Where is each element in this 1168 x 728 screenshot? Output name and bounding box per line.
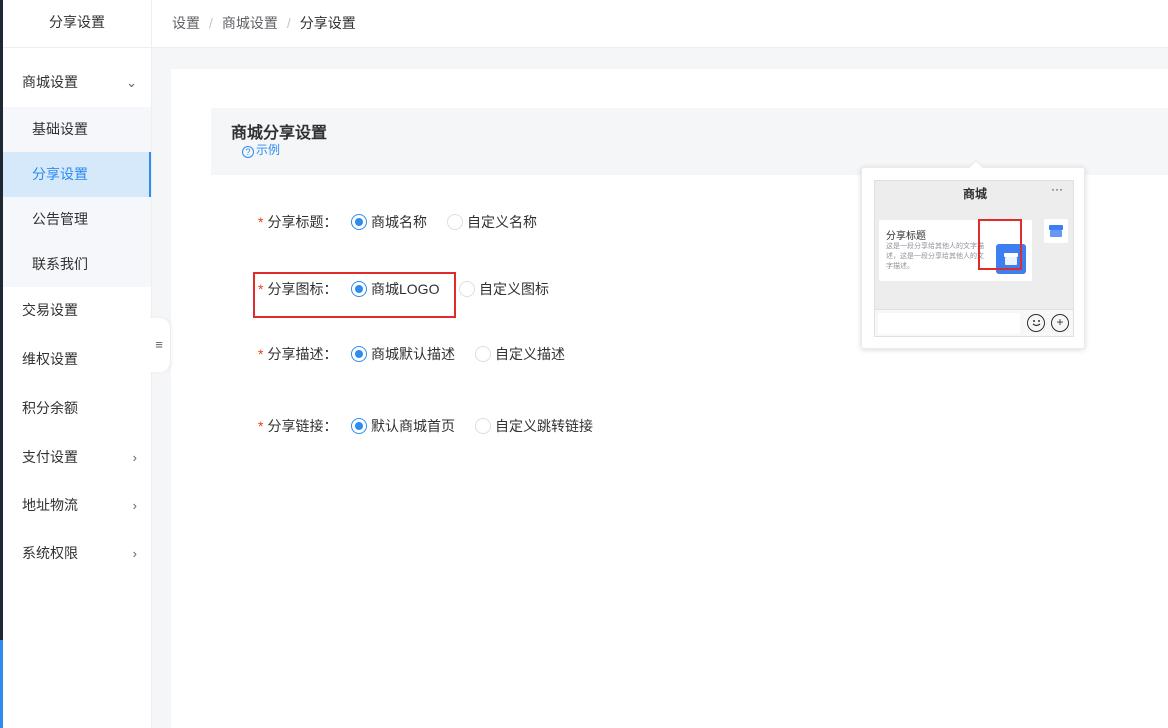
chevron-down-icon: ⌄ — [126, 75, 137, 90]
sidebar-item-label: 积分余额 — [22, 400, 78, 416]
annotation-highlight-box — [978, 219, 1022, 270]
breadcrumb-item[interactable]: 商城设置 — [222, 15, 278, 31]
topbar: 设置 / 商城设置 / 分享设置 — [152, 0, 1168, 48]
sidebar-subitem-basic[interactable]: 基础设置 — [3, 107, 151, 152]
sidebar-item-address-logistics[interactable]: 地址物流 › — [3, 483, 151, 528]
share-desc-label: * 分享描述： — [258, 346, 338, 362]
radio-share-desc-custom[interactable]: 自定义描述 — [475, 346, 565, 362]
sidebar-item-label: 商城设置 — [22, 74, 78, 90]
sidebar-item-label: 系统权限 — [22, 545, 78, 561]
example-link[interactable]: ? 示例 — [242, 141, 280, 158]
share-title-label: * 分享标题： — [258, 214, 338, 230]
required-mark: * — [258, 346, 264, 362]
sidebar-item-payment-settings[interactable]: 支付设置 › — [3, 435, 151, 480]
radio-share-link-custom[interactable]: 自定义跳转链接 — [475, 418, 593, 434]
chat-input — [878, 313, 1020, 334]
breadcrumb-current: 分享设置 — [299, 15, 356, 31]
share-link-row: * 分享链接： 默认商城首页 自定义跳转链接 — [258, 414, 593, 438]
share-link-label: * 分享链接： — [258, 418, 338, 434]
plus-icon: + — [1051, 314, 1069, 332]
sidebar-subitem-share[interactable]: 分享设置 — [3, 152, 151, 197]
radio-unchecked-icon — [475, 418, 491, 434]
share-preview-popover: 商城 ··· 分享标题 这是一段分享给其他人的文字描述，这是一段分享给其他人的文… — [861, 159, 1085, 349]
share-card-desc: 这是一段分享给其他人的文字描述，这是一段分享给其他人的文字描述。 — [886, 243, 984, 270]
radio-share-title-custom[interactable]: 自定义名称 — [447, 214, 537, 230]
sidebar-item-points-balance[interactable]: 积分余额 — [3, 386, 151, 431]
chat-input-bar: + — [875, 309, 1073, 336]
example-label: 示例 — [256, 143, 281, 157]
section-title: 商城分享设置 — [231, 125, 328, 142]
required-mark: * — [258, 418, 264, 434]
collapse-sidebar-icon[interactable]: ≡ — [148, 318, 170, 372]
radio-share-icon-custom[interactable]: 自定义图标 — [459, 281, 549, 297]
phone-chat-mockup: 商城 ··· 分享标题 这是一段分享给其他人的文字描述，这是一段分享给其他人的文… — [874, 180, 1074, 337]
annotation-highlight-box — [253, 272, 456, 318]
radio-share-link-default[interactable]: 默认商城首页 — [351, 418, 455, 434]
sidebar-item-trade-settings[interactable]: 交易设置 — [3, 288, 151, 333]
chat-title: 商城 — [962, 187, 987, 201]
radio-checked-icon — [351, 214, 367, 230]
sidebar-item-rights-settings[interactable]: 维权设置 — [3, 337, 151, 382]
breadcrumb-separator: / — [209, 15, 213, 31]
sidebar-item-system-permissions[interactable]: 系统权限 › — [3, 531, 151, 576]
share-card-title: 分享标题 — [886, 231, 926, 242]
section-header: 商城分享设置 ? 示例 — [211, 108, 1168, 175]
chevron-right-icon: › — [132, 450, 137, 465]
sidebar-item-label: 维权设置 — [22, 351, 78, 367]
share-desc-row: * 分享描述： 商城默认描述 自定义描述 — [258, 342, 565, 366]
sidebar-item-label: 交易设置 — [22, 302, 78, 318]
sidebar-header: 分享设置 — [3, 0, 151, 48]
radio-share-desc-default[interactable]: 商城默认描述 — [351, 346, 455, 362]
emoji-icon — [1027, 314, 1045, 332]
share-title-row: * 分享标题： 商城名称 自定义名称 — [258, 210, 537, 234]
radio-unchecked-icon — [475, 346, 491, 362]
sidebar-item-label: 地址物流 — [22, 497, 78, 513]
radio-unchecked-icon — [459, 281, 475, 297]
required-mark: * — [258, 214, 264, 230]
sidebar-item-mall-settings[interactable]: 商城设置 ⌄ — [3, 60, 151, 105]
radio-share-title-mall-name[interactable]: 商城名称 — [351, 214, 427, 230]
chevron-right-icon: › — [132, 546, 137, 561]
radio-checked-icon — [351, 346, 367, 362]
question-circle-icon: ? — [242, 146, 254, 158]
sidebar-item-label: 支付设置 — [22, 449, 78, 465]
more-icon: ··· — [1051, 182, 1063, 196]
radio-unchecked-icon — [447, 214, 463, 230]
radio-checked-icon — [351, 418, 367, 434]
breadcrumb-separator: / — [286, 15, 291, 31]
breadcrumb-item[interactable]: 设置 — [172, 15, 200, 31]
chevron-right-icon: › — [132, 498, 137, 513]
sidebar-subitem-contact[interactable]: 联系我们 — [3, 242, 151, 287]
shop-avatar-icon — [1044, 219, 1068, 243]
sidebar: 分享设置 商城设置 ⌄ 基础设置 分享设置 公告管理 联系我们 交易设置 维权设… — [3, 0, 152, 728]
breadcrumb: 设置 / 商城设置 / 分享设置 — [172, 13, 356, 33]
sidebar-subitem-notice[interactable]: 公告管理 — [3, 197, 151, 242]
submenu: 基础设置 分享设置 公告管理 联系我们 — [3, 107, 151, 287]
